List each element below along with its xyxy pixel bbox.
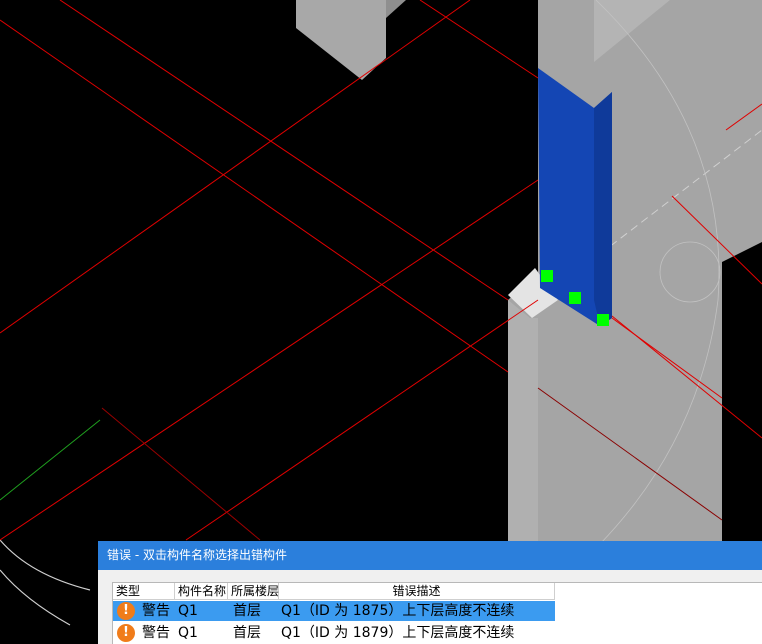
row-description: Q1（ID 为 1875）上下层高度不连续 bbox=[281, 603, 515, 619]
column-header-type[interactable]: 类型 bbox=[113, 583, 175, 600]
error-row[interactable]: ! 警告 Q1 首层 Q1（ID 为 1879）上下层高度不连续 bbox=[113, 623, 555, 643]
row-description: Q1（ID 为 1879）上下层高度不连续 bbox=[281, 625, 515, 641]
grip-point[interactable] bbox=[569, 292, 581, 304]
grip-point[interactable] bbox=[597, 314, 609, 326]
selected-wall-side bbox=[594, 92, 612, 326]
column-header-floor[interactable]: 所属楼层 bbox=[228, 583, 279, 600]
wall-left-face bbox=[508, 300, 538, 544]
warning-icon: ! bbox=[117, 624, 135, 642]
column-header-description[interactable]: 错误描述 bbox=[279, 583, 555, 600]
row-type: 警告 bbox=[142, 625, 170, 641]
error-panel[interactable]: 错误 - 双击构件名称选择出错构件 类型 构件名称 所属楼层 错误描述 ! 警告… bbox=[98, 541, 762, 644]
error-panel-title[interactable]: 错误 - 双击构件名称选择出错构件 bbox=[98, 541, 762, 570]
row-floor: 首层 bbox=[233, 625, 261, 641]
column-header-name[interactable]: 构件名称 bbox=[175, 583, 228, 600]
error-table[interactable]: 类型 构件名称 所属楼层 错误描述 ! 警告 Q1 首层 Q1（ID 为 187… bbox=[112, 582, 762, 644]
row-type: 警告 bbox=[142, 603, 170, 619]
grip-point[interactable] bbox=[541, 270, 553, 282]
error-row[interactable]: ! 警告 Q1 首层 Q1（ID 为 1875）上下层高度不连续 bbox=[113, 601, 555, 621]
row-component-name[interactable]: Q1 bbox=[178, 601, 198, 621]
row-component-name[interactable]: Q1 bbox=[178, 623, 198, 643]
row-floor: 首层 bbox=[233, 603, 261, 619]
warning-icon: ! bbox=[117, 602, 135, 620]
